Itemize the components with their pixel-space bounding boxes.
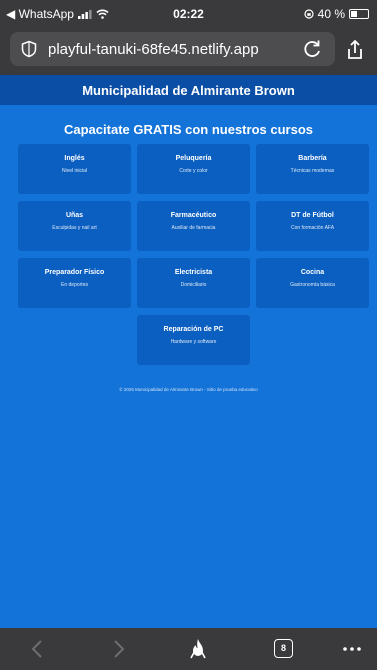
battery-icon <box>349 9 369 19</box>
course-card-reparacion-pc[interactable]: Reparación de PC Hardware y software <box>137 315 250 365</box>
courses-headline: Capacitate GRATIS con nuestros cursos <box>64 122 313 137</box>
course-title: Inglés <box>64 155 85 162</box>
course-card-barberia[interactable]: Barbería Técnicas modernas <box>256 144 369 194</box>
more-icon[interactable] <box>340 637 364 661</box>
course-subtitle: Esculpidas y nail art <box>52 225 97 231</box>
course-card-cocina[interactable]: Cocina Gastronomía básica <box>256 258 369 308</box>
battery-fill <box>351 11 358 17</box>
course-subtitle: Nivel inicial <box>61 168 87 174</box>
course-subtitle: Hardware y software <box>170 339 217 345</box>
course-card-preparador-fisico[interactable]: Preparador Físico En deportes <box>18 258 131 308</box>
course-subtitle: Corte y color <box>179 168 208 174</box>
share-icon[interactable] <box>343 38 367 62</box>
browser-chrome: ◀ WhatsApp 02:22 40 % playful-tanuki-68f… <box>0 0 377 75</box>
battery-status: 40 % <box>304 7 369 21</box>
course-subtitle: Gastronomía básica <box>290 282 335 288</box>
shield-icon[interactable] <box>20 40 38 58</box>
course-card-dt-futbol[interactable]: DT de Fútbol Con formación AFA <box>256 201 369 251</box>
course-title: Electricista <box>174 269 213 276</box>
status-bar: ◀ WhatsApp 02:22 40 % <box>0 0 377 28</box>
course-title: Farmacéutico <box>170 212 217 219</box>
course-subtitle: Técnicas modernas <box>290 168 335 174</box>
url-text[interactable]: playful-tanuki-68fe45.netlify.app <box>48 41 259 58</box>
course-card-unas[interactable]: Uñas Esculpidas y nail art <box>18 201 131 251</box>
course-title: Cocina <box>300 269 325 276</box>
course-subtitle: Domiciliario <box>180 282 207 288</box>
course-card-electricista[interactable]: Electricista Domiciliario <box>137 258 250 308</box>
footer-note: © 2025 Municipalidad de Almirante Brown … <box>119 387 258 392</box>
reload-icon[interactable] <box>301 38 323 60</box>
course-card-ingles[interactable]: Inglés Nivel inicial <box>18 144 131 194</box>
address-bar[interactable]: playful-tanuki-68fe45.netlify.app <box>10 32 335 66</box>
course-card-farmaceutico[interactable]: Farmacéutico Auxiliar de farmacia <box>137 201 250 251</box>
browser-toolbar: 8 <box>0 628 377 670</box>
course-title: Reparación de PC <box>163 326 224 333</box>
page-content: Capacitate GRATIS con nuestros cursos In… <box>0 105 377 628</box>
flame-icon[interactable] <box>186 637 210 661</box>
course-title: Barbería <box>298 155 327 162</box>
course-subtitle: Con formación AFA <box>290 225 335 231</box>
site-header: Municipalidad de Almirante Brown <box>0 75 377 105</box>
site-title: Municipalidad de Almirante Brown <box>82 82 295 98</box>
course-title: Uñas <box>65 212 84 219</box>
back-arrow-icon[interactable] <box>26 637 50 661</box>
battery-percent: 40 % <box>317 7 345 21</box>
forward-arrow-icon[interactable] <box>106 637 130 661</box>
course-subtitle: En deportes <box>61 282 88 288</box>
course-title: Peluquería <box>175 155 212 162</box>
course-title: Preparador Físico <box>44 269 105 276</box>
orientation-lock-icon <box>304 9 314 19</box>
course-title: DT de Fútbol <box>291 212 334 219</box>
course-subtitle: Auxiliar de farmacia <box>171 225 216 231</box>
course-card-peluqueria[interactable]: Peluquería Corte y color <box>137 144 250 194</box>
tabs-button[interactable]: 8 <box>274 639 293 658</box>
